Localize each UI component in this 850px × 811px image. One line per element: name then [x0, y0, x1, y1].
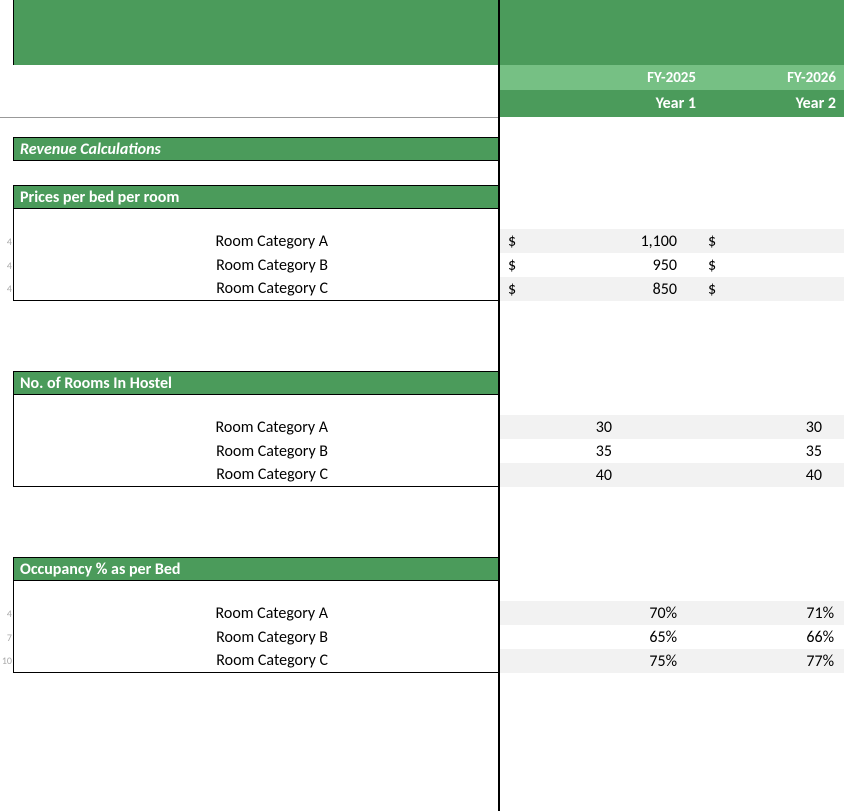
year2-value[interactable]: $	[702, 277, 842, 301]
row-label: 10 Room Category C	[13, 649, 498, 673]
year2-value[interactable]: $	[702, 229, 842, 253]
row-label: 7 Room Category B	[13, 625, 498, 649]
fy-2025-cell[interactable]: FY-2025	[500, 65, 704, 90]
table-row[interactable]: 7 Room Category B 65% 66%	[13, 625, 844, 649]
table-row[interactable]: Room Category B 35 35	[13, 439, 844, 463]
year1-value[interactable]: 75%	[498, 649, 702, 673]
table-row[interactable]: 4 Room Category A 70% 71%	[13, 601, 844, 625]
year1-value[interactable]: 30	[498, 415, 702, 439]
year-row: Year 1 Year 2	[0, 90, 850, 117]
year2-value[interactable]: $	[702, 253, 842, 277]
table-row[interactable]: 4 Room Category C $ 850 $	[13, 277, 844, 301]
revenue-calculations-title[interactable]: Revenue Calculations	[13, 137, 498, 161]
year2-value[interactable]: 35	[702, 439, 842, 463]
row-number: 4	[1, 601, 12, 625]
row-divider	[0, 117, 500, 118]
table-row[interactable]: 4 Room Category A $ 1,100 $	[13, 229, 844, 253]
no-of-rooms-title[interactable]: No. of Rooms In Hostel	[13, 371, 498, 395]
year2-value[interactable]: 66%	[702, 625, 842, 649]
fy-2026-cell[interactable]: FY-2026	[704, 65, 844, 90]
fiscal-year-row: FY-2025 FY-2026	[0, 65, 850, 90]
top-banner-left	[13, 0, 498, 65]
table-row[interactable]: 4 Room Category B $ 950 $	[13, 253, 844, 277]
year1-value[interactable]: 35	[498, 439, 702, 463]
occupancy-table: 4 Room Category A 70% 71% 7 Room Categor…	[13, 581, 844, 673]
spreadsheet-view: FY-2025 FY-2026 Year 1 Year 2 Revenue Ca…	[0, 0, 850, 811]
table-row[interactable]: 10 Room Category C 75% 77%	[13, 649, 844, 673]
year2-value[interactable]: 77%	[702, 649, 842, 673]
top-banner	[0, 0, 850, 65]
year1-value[interactable]: $ 950	[498, 253, 702, 277]
top-banner-right	[500, 0, 844, 65]
row-number: 4	[1, 277, 12, 300]
year1-value[interactable]: $ 850	[498, 277, 702, 301]
year-1-cell[interactable]: Year 1	[500, 90, 704, 117]
year2-value[interactable]: 40	[702, 463, 842, 487]
year1-value[interactable]: 70%	[498, 601, 702, 625]
row-label: 4 Room Category B	[13, 253, 498, 277]
year1-value[interactable]: $ 1,100	[498, 229, 702, 253]
row-label: Room Category A	[13, 415, 498, 439]
row-number: 4	[1, 253, 12, 277]
column-divider	[498, 0, 500, 811]
row-label: Room Category B	[13, 439, 498, 463]
rooms-table: Room Category A 30 30 Room Category B 35…	[13, 395, 844, 487]
row-label: 4 Room Category A	[13, 229, 498, 253]
row-label: 4 Room Category C	[13, 277, 498, 301]
table-row[interactable]: Room Category C 40 40	[13, 463, 844, 487]
row-number: 10	[1, 649, 12, 672]
occupancy-title[interactable]: Occupancy % as per Bed	[13, 557, 498, 581]
year2-value[interactable]: 71%	[702, 601, 842, 625]
year1-value[interactable]: 65%	[498, 625, 702, 649]
row-number: 4	[1, 229, 12, 253]
row-label: Room Category C	[13, 463, 498, 487]
prices-per-bed-title[interactable]: Prices per bed per room	[13, 185, 498, 209]
table-row[interactable]: Room Category A 30 30	[13, 415, 844, 439]
prices-table: 4 Room Category A $ 1,100 $ 4 Room Categ…	[13, 209, 844, 301]
content-area: Revenue Calculations Prices per bed per …	[0, 137, 850, 673]
year1-value[interactable]: 40	[498, 463, 702, 487]
row-label: 4 Room Category A	[13, 601, 498, 625]
row-number: 7	[1, 625, 12, 649]
year2-value[interactable]: 30	[702, 415, 842, 439]
year-2-cell[interactable]: Year 2	[704, 90, 844, 117]
